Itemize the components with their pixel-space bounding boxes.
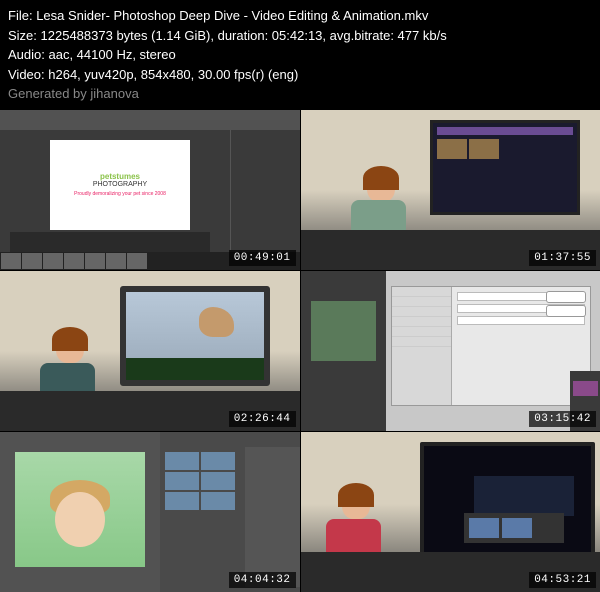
bridge-side-panel [245, 447, 300, 587]
audio-label: Audio: [8, 47, 45, 62]
timestamp-badge: 03:15:42 [529, 411, 596, 427]
brand-tagline: Proudly demoralizing your pet since 2008 [74, 191, 166, 197]
thumbnail-content [301, 110, 600, 270]
dialog-buttons [546, 291, 586, 319]
style-option [392, 287, 451, 297]
thumbnail-content [0, 432, 300, 592]
thumbnail-6: 04:53:21 [301, 432, 600, 592]
media-info-panel: File: Lesa Snider- Photoshop Deep Dive -… [0, 0, 600, 110]
thumbnail-content [301, 271, 600, 431]
style-option [392, 307, 451, 317]
frame-thumb [64, 253, 84, 269]
asset-thumb [165, 492, 199, 510]
left-editor-panel [301, 271, 386, 431]
brand-subtitle: PHOTOGRAPHY [93, 181, 147, 188]
thumbnail-1: petstumes PHOTOGRAPHY Proudly demoralizi… [0, 110, 300, 270]
frame-thumb [43, 253, 63, 269]
film-strip [464, 513, 564, 543]
subject-face [55, 492, 105, 547]
frame-thumb [127, 253, 147, 269]
strip-frame [469, 518, 499, 538]
bridge-panel [160, 432, 300, 592]
video-value: h264, yuv420p, 854x480, 30.00 fps(r) (en… [48, 67, 298, 82]
content-row [437, 139, 573, 159]
audio-info-line: Audio: aac, 44100 Hz, stereo [8, 45, 592, 65]
ps-canvas: petstumes PHOTOGRAPHY Proudly demoralizi… [50, 140, 190, 230]
asset-thumb [201, 452, 235, 470]
brand-logo: petstumes [100, 172, 140, 181]
presenter-hair [52, 327, 88, 351]
size-value: 1225488373 bytes (1.14 GiB), duration: 0… [41, 28, 447, 43]
layer-style-dialog [391, 286, 591, 406]
file-info-line: File: Lesa Snider- Photoshop Deep Dive -… [8, 6, 592, 26]
file-label: File: [8, 8, 33, 23]
thumbnail-4: 03:15:42 [301, 271, 600, 431]
header-bar [437, 127, 573, 135]
ps-panels [230, 130, 300, 250]
style-option [392, 317, 451, 327]
dialog-sidebar [392, 287, 452, 405]
asset-thumb [201, 492, 235, 510]
monitor [420, 442, 595, 562]
generated-by: Generated by jihanova [8, 84, 592, 104]
bridge-thumbnails [165, 452, 235, 510]
video-label: Video: [8, 67, 45, 82]
thumbnail-grid: petstumes PHOTOGRAPHY Proudly demoralizi… [0, 110, 600, 592]
bird-subject [199, 307, 234, 337]
cancel-button [546, 305, 586, 317]
style-option [392, 297, 451, 307]
ok-button [546, 291, 586, 303]
timestamp-badge: 01:37:55 [529, 250, 596, 266]
screen-content [433, 123, 577, 163]
presentation-screen [430, 120, 580, 215]
timestamp-badge: 04:04:32 [229, 572, 296, 588]
frame-thumb [22, 253, 42, 269]
timeline-clip [573, 381, 598, 396]
presenter-hair [338, 483, 374, 507]
thumbnail-content [0, 271, 300, 431]
thumbnail-3: 02:26:44 [0, 271, 300, 431]
presenter [326, 487, 386, 562]
thumbnail-content [301, 432, 600, 592]
size-info-line: Size: 1225488373 bytes (1.14 GiB), durat… [8, 26, 592, 46]
audio-value: aac, 44100 Hz, stereo [49, 47, 176, 62]
preview-thumb [437, 139, 467, 159]
size-label: Size: [8, 28, 37, 43]
collage-preview [311, 301, 376, 361]
file-browser [474, 476, 574, 516]
thumbnail-content: petstumes PHOTOGRAPHY Proudly demoralizi… [0, 110, 300, 270]
ps-timeline [10, 232, 210, 252]
frame-thumb [1, 253, 21, 269]
thumbnail-2: 01:37:55 [301, 110, 600, 270]
video-canvas [126, 292, 264, 358]
frame-thumb [85, 253, 105, 269]
timestamp-badge: 02:26:44 [229, 411, 296, 427]
thumbnail-5: 04:04:32 [0, 432, 300, 592]
file-value: Lesa Snider- Photoshop Deep Dive - Video… [36, 8, 428, 23]
asset-thumb [165, 472, 199, 490]
style-option [392, 327, 451, 337]
asset-thumb [165, 452, 199, 470]
presenter-hair [363, 166, 399, 190]
editor-timeline [126, 358, 264, 380]
timestamp-badge: 00:49:01 [229, 250, 296, 266]
main-canvas [15, 452, 145, 567]
timestamp-badge: 04:53:21 [529, 572, 596, 588]
video-info-line: Video: h264, yuv420p, 854x480, 30.00 fps… [8, 65, 592, 85]
monitor [120, 286, 270, 386]
presenter-body [326, 519, 381, 554]
asset-thumb [201, 472, 235, 490]
style-option [392, 337, 451, 347]
frame-thumb [106, 253, 126, 269]
strip-frame [502, 518, 532, 538]
preview-thumb [469, 139, 499, 159]
